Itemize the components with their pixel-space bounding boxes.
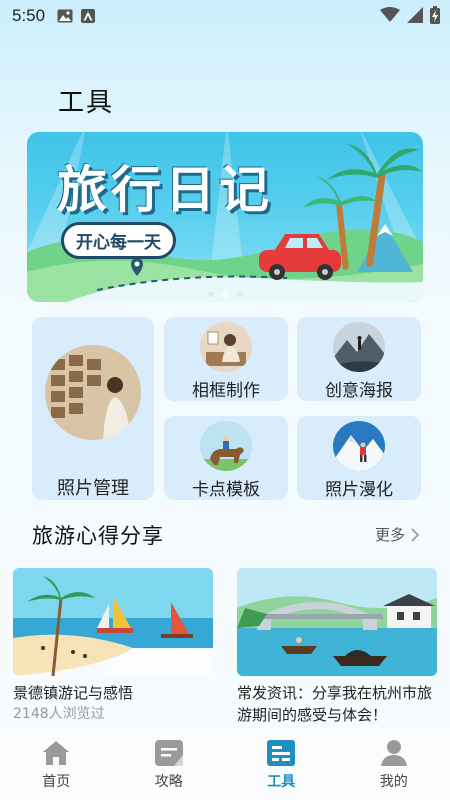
wifi-icon <box>380 7 400 22</box>
tool-beat-template[interactable]: 卡点模板 <box>164 416 288 500</box>
card-title: 景德镇游记与感悟 <box>13 684 134 702</box>
tool-creative-poster[interactable]: 创意海报 <box>297 317 421 401</box>
battery-icon <box>430 6 440 24</box>
status-bar: 5:50 <box>0 0 450 32</box>
card-image-bridge <box>237 568 437 676</box>
mountain-poster-icon <box>333 322 385 372</box>
nav-guide[interactable]: 攻略 <box>113 730 226 800</box>
share-card[interactable]: 常发资讯：分享我在杭州市旅游期间的感受与体会！ <box>237 568 437 726</box>
tool-label: 相框制作 <box>192 381 260 401</box>
nav-profile[interactable]: 我的 <box>338 730 450 800</box>
carousel-dot-active <box>221 291 229 298</box>
home-icon <box>43 741 70 765</box>
gallery-notification-icon <box>57 9 73 23</box>
card-title: 常发资讯：分享我在杭州市旅游期间的感受与体会！ <box>237 684 433 724</box>
chevron-right-icon <box>411 527 420 542</box>
more-link[interactable]: 更多 <box>375 524 420 545</box>
nav-label: 我的 <box>379 774 408 790</box>
card-view-count: 2148人浏览过 <box>13 706 105 722</box>
carousel-indicator <box>27 291 423 298</box>
nav-label: 首页 <box>42 774 71 790</box>
banner-title: 旅行日记 <box>57 161 273 219</box>
tool-label: 照片管理 <box>57 478 129 499</box>
carousel-dot <box>207 291 214 297</box>
status-time: 5:50 <box>12 6 46 25</box>
tool-label: 照片漫化 <box>325 480 393 500</box>
card-image-beach <box>13 568 213 676</box>
photo-wall-icon <box>45 345 141 440</box>
nav-tools[interactable]: 工具 <box>225 730 338 800</box>
horse-rider-icon <box>200 421 252 471</box>
section-title-share: 旅游心得分享 <box>32 524 164 548</box>
bottom-navigation: 首页 攻略 工具 我的 <box>0 730 450 800</box>
profile-icon <box>380 740 407 766</box>
tool-label: 卡点模板 <box>192 480 260 500</box>
carousel-dot <box>236 291 243 297</box>
nav-home[interactable]: 首页 <box>0 730 113 800</box>
guide-icon <box>154 740 183 766</box>
tools-icon <box>267 740 296 766</box>
signal-icon <box>407 7 423 23</box>
page-title: 工具 <box>58 88 115 118</box>
more-label: 更多 <box>374 526 405 544</box>
nav-label: 工具 <box>267 774 296 790</box>
nav-label: 攻略 <box>154 774 183 790</box>
climber-icon <box>333 421 385 471</box>
app-notification-icon <box>81 9 96 23</box>
tool-photo-cartoon[interactable]: 照片漫化 <box>297 416 421 500</box>
share-card[interactable]: 景德镇游记与感悟 2148人浏览过 <box>13 568 213 724</box>
banner-subtitle: 开心每一天 <box>61 222 176 259</box>
photo-frame-icon <box>200 322 252 372</box>
tool-frame-make[interactable]: 相框制作 <box>164 317 288 401</box>
tool-photo-manage[interactable]: 照片管理 <box>32 317 154 500</box>
banner-carousel[interactable]: 旅行日记 开心每一天 <box>27 132 423 302</box>
tool-label: 创意海报 <box>325 381 393 401</box>
